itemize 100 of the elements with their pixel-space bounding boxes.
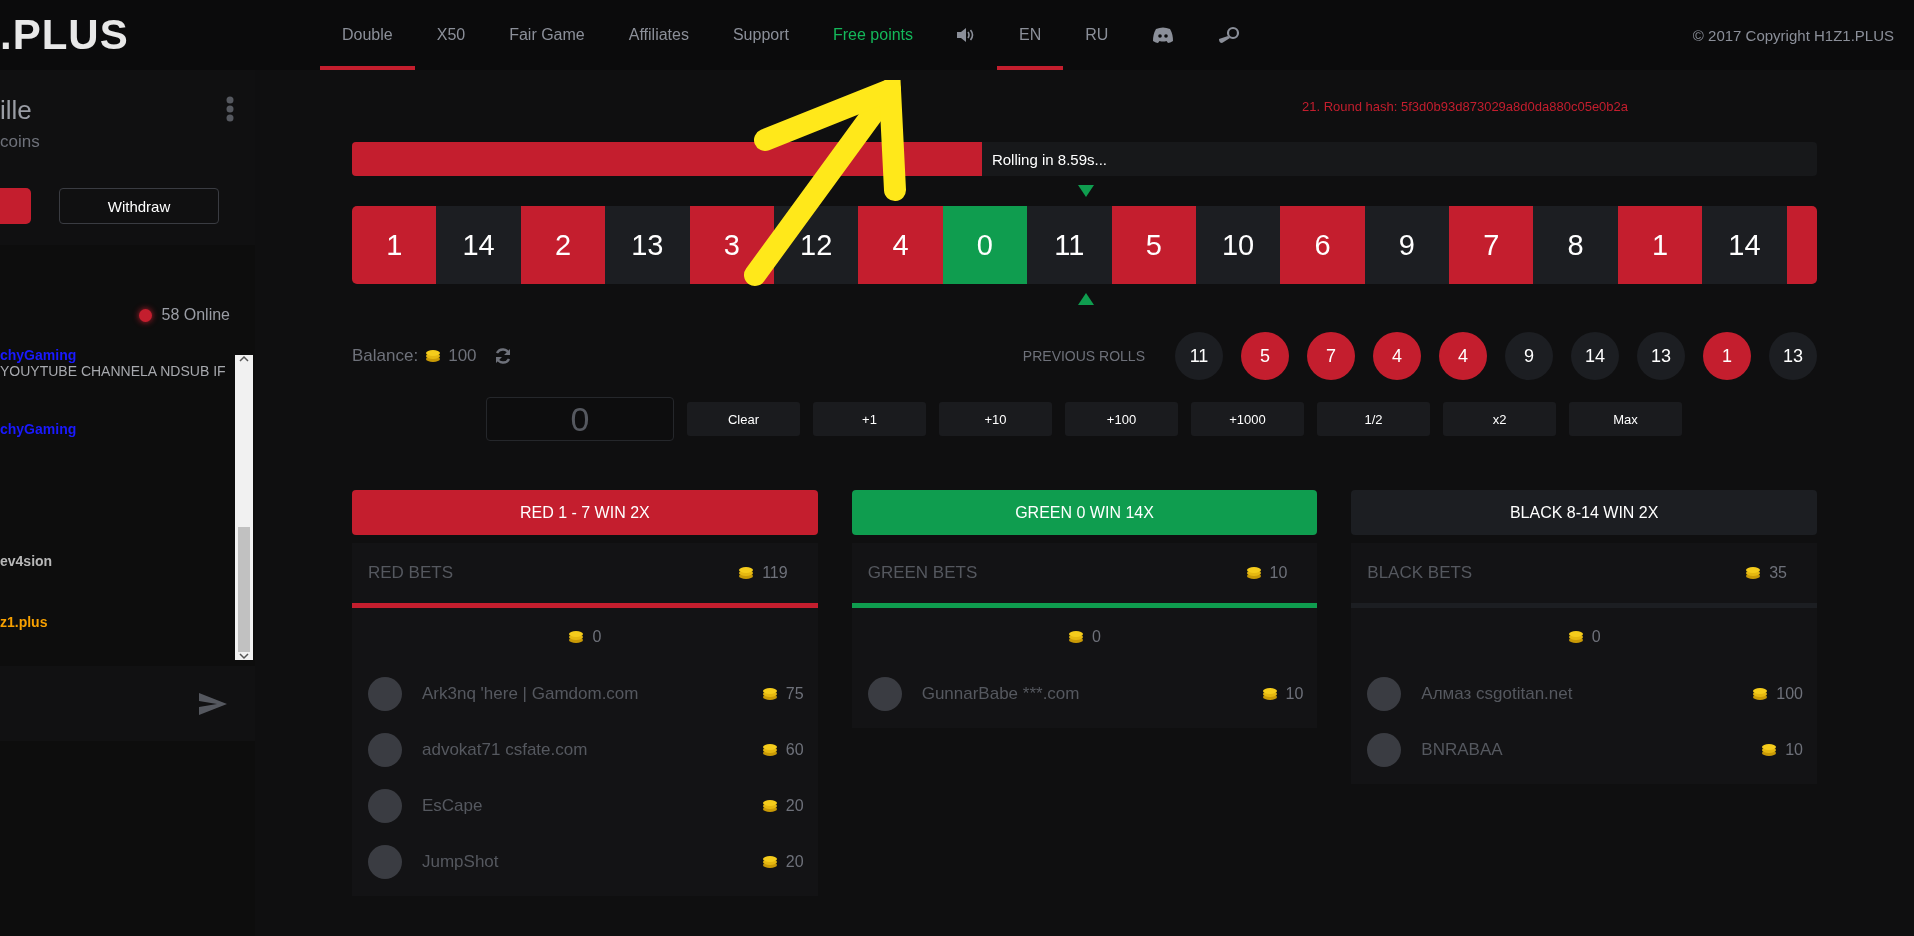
roulette-tile: 11 [1027,206,1112,284]
coin-icon [1245,566,1262,580]
nav-link[interactable]: Double [320,0,415,70]
language-tab[interactable]: RU [1063,0,1131,70]
refresh-icon[interactable] [493,347,512,365]
roulette-tile: 5 [1111,206,1196,284]
nav-link[interactable]: Free points [811,0,936,70]
previous-roll: 4 [1439,332,1487,380]
coin-icon [761,743,778,757]
discord-icon[interactable] [1152,27,1175,43]
bet-modifier-button[interactable]: Clear [687,402,800,436]
bet-modifier-button[interactable]: +100 [1065,402,1178,436]
avatar-icon [1367,733,1402,767]
site-logo[interactable]: .PLUS [0,0,320,70]
previous-roll: 13 [1637,332,1685,380]
roulette-tile: 6 [1280,206,1365,284]
coin-icon [1261,687,1278,701]
nav-link[interactable]: X50 [414,0,488,70]
speaker-icon[interactable] [957,28,976,42]
bets-total: 35 [1769,564,1787,582]
coin-icon [738,566,755,580]
user-balance: coins [0,132,41,152]
pointer-down-icon [1077,185,1094,197]
chat-username: ev4sion [0,553,53,569]
online-count: 58 Online [161,306,230,324]
roulette-tile: 0 [942,206,1028,284]
send-icon[interactable] [199,692,227,715]
balance-amount: 100 [448,346,477,366]
roulette-tile: 1 [1617,206,1703,284]
previous-roll: 4 [1373,332,1421,380]
coin-icon [761,687,778,701]
place-bet-button[interactable]: BLACK 8-14 WIN 2X [1351,490,1817,535]
more-icon[interactable] [226,96,234,122]
rolling-countdown: Rolling in 8.59s... [990,149,1107,170]
bet-modifier-button[interactable]: +1 [813,402,926,436]
previous-roll: 13 [1769,332,1817,380]
chat-username: chyGaming [0,421,77,437]
previous-roll: 1 [1703,332,1751,380]
avatar-icon [368,789,402,823]
place-bet-button[interactable]: GREEN 0 WIN 14X [851,490,1318,535]
bet-amount: 100 [1776,685,1803,703]
bets-title: GREEN BETS [867,563,979,583]
bet-amount: 10 [1785,741,1803,759]
language-tab[interactable]: EN [997,0,1064,70]
bet-amount: 10 [1285,685,1304,703]
bet-amount: 20 [785,797,804,815]
bet-modifier-button[interactable]: +1000 [1191,402,1304,436]
coin-icon [1567,630,1584,644]
scroll-up-icon[interactable] [239,355,249,363]
pot-amount: 0 [1092,628,1101,646]
coin-icon [1745,566,1762,580]
roulette-tile: 7 [1449,206,1534,284]
avatar-icon [1367,677,1402,711]
bets-title: BLACK BETS [1367,563,1474,583]
bet-modifier-button[interactable]: +10 [939,402,1052,436]
avatar-icon [368,677,402,711]
username: ille [0,95,32,126]
nav-link[interactable]: Support [710,0,811,70]
withdraw-button[interactable]: Withdraw [59,188,219,224]
roulette-tile: 14 [436,206,521,284]
coin-icon [568,630,585,644]
chat-message: YOUYTUBE CHANNELA NDSUB IF [0,363,226,379]
player-name: JumpShot [422,852,500,872]
previous-roll: 9 [1505,332,1553,380]
player-name: BNRABAA [1421,740,1504,760]
roulette-tile: 14 [1702,206,1787,284]
previous-rolls-label: PREVIOUS ROLLS [1022,348,1145,364]
bet-modifier-button[interactable]: 1/2 [1317,402,1430,436]
bet-amount: 20 [785,853,804,871]
roulette-tile: 8 [1533,206,1618,284]
chat-scrollbar[interactable] [235,355,253,660]
place-bet-button[interactable]: RED 1 - 7 WIN 2X [352,490,818,535]
roulette-tile: 9 [1364,206,1450,284]
copyright-text: © 2017 Copyright H1Z1.PLUS [1692,25,1895,46]
coin-icon [761,799,778,813]
coin-icon [1761,743,1778,757]
chat-username: chyGaming [0,347,77,363]
bets-total: 10 [1269,564,1288,582]
player-name: Ark3nq 'here | Gamdom.com [422,684,640,704]
avatar-icon [368,845,402,879]
bet-modifier-button[interactable]: x2 [1443,402,1556,436]
balance-label: Balance: [352,346,419,366]
scroll-down-icon[interactable] [239,652,249,660]
previous-roll: 11 [1175,332,1223,380]
bet-modifier-button[interactable]: Max [1569,402,1682,436]
bet-amount: 60 [785,741,804,759]
coin-icon [1068,630,1085,644]
nav-link[interactable]: Fair Game [487,0,607,70]
roulette-tile: 4 [858,206,943,284]
bets-title: RED BETS [368,563,455,583]
player-name: Алмаз csgotitan.net [1421,684,1574,704]
avatar-icon [867,677,902,711]
player-name: GunnarBabe ***.com [921,684,1081,704]
pot-amount: 0 [592,628,602,646]
pointer-up-icon [1077,293,1094,305]
coin-icon [761,855,778,869]
previous-roll: 7 [1307,332,1355,380]
bets-total: 119 [762,564,788,582]
round-hash-text: 21. Round hash: 5f3d0b93d873029a8d0da880c05e0b2a [1301,97,1630,116]
nav-link[interactable]: Affiliates [606,0,711,70]
